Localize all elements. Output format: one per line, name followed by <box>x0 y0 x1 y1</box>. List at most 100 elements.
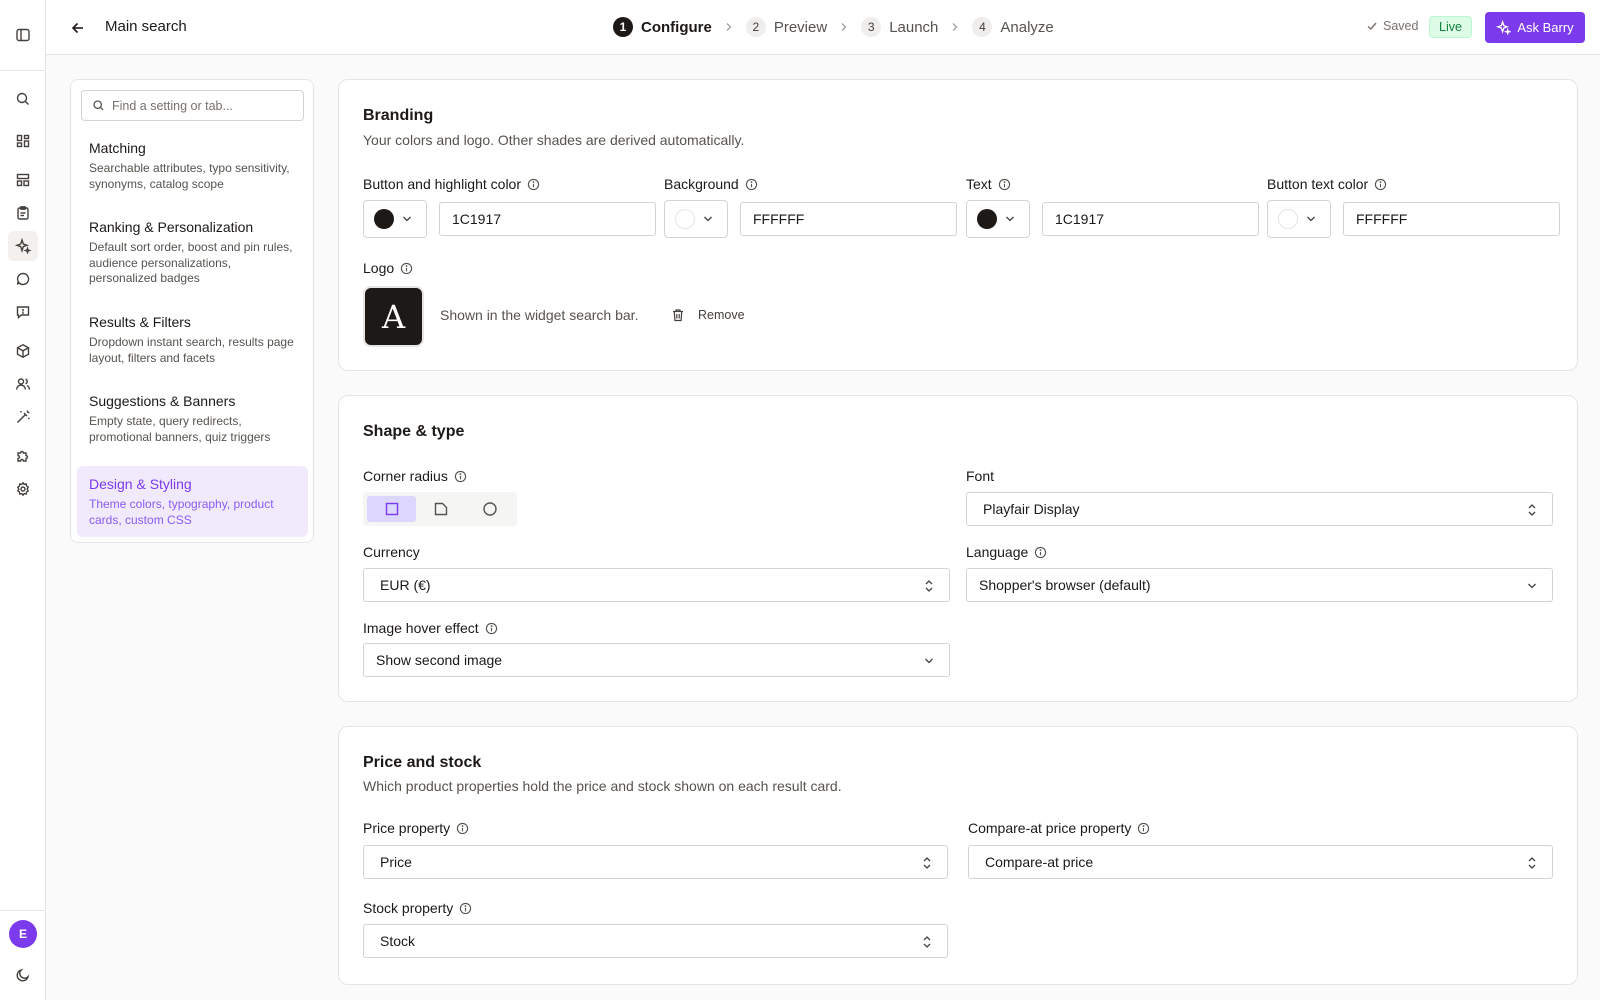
nav-item-description: Searchable attributes, typo sensitivity,… <box>89 161 290 191</box>
message-square-icon[interactable] <box>8 297 38 327</box>
radius-square-option[interactable] <box>367 496 416 522</box>
nav-item-results-filters[interactable]: Results & Filters Dropdown instant searc… <box>77 304 308 375</box>
radius-circle-option[interactable] <box>465 496 514 522</box>
stock-property-select[interactable]: Stock <box>363 924 948 958</box>
sparkles-icon[interactable] <box>8 231 38 261</box>
page-title: Main search <box>105 18 187 35</box>
hex-input[interactable]: FFFFFF <box>1343 202 1560 236</box>
chevron-down-icon <box>925 658 933 664</box>
logo-hint: Shown in the widget search bar. <box>440 307 639 323</box>
language-value: Shopper's browser (default) <box>979 577 1151 593</box>
ask-barry-button[interactable]: Ask Barry <box>1485 12 1585 43</box>
info-icon[interactable] <box>485 622 498 635</box>
info-icon[interactable] <box>1374 178 1387 191</box>
chevron-down-icon <box>1528 583 1536 589</box>
chevron-up-down-icon <box>925 580 933 592</box>
chevron-down-icon <box>1307 216 1315 222</box>
search-icon <box>93 100 104 111</box>
step-label: Launch <box>889 18 939 36</box>
compare-price-select[interactable]: Compare-at price <box>968 845 1553 879</box>
info-icon[interactable] <box>459 902 472 915</box>
info-icon[interactable] <box>998 178 1011 191</box>
icon-rail: E <box>0 0 46 1000</box>
settings-search-input[interactable] <box>112 98 292 113</box>
color-picker-button[interactable] <box>966 200 1030 238</box>
gear-icon[interactable] <box>8 474 38 504</box>
chevron-up-down-icon <box>1528 857 1536 869</box>
hex-input[interactable]: FFFFFF <box>740 202 957 236</box>
label-text: Button text color <box>1267 176 1369 192</box>
color-picker-button[interactable] <box>1267 200 1331 238</box>
step-configure[interactable]: 1 Configure <box>613 17 712 37</box>
box-icon[interactable] <box>8 336 38 366</box>
step-label: Analyze <box>1000 18 1054 36</box>
search-icon[interactable] <box>8 84 38 114</box>
info-icon[interactable] <box>400 262 413 275</box>
check-icon <box>1367 22 1377 30</box>
color-picker-button[interactable] <box>664 200 728 238</box>
logo-preview[interactable]: A <box>363 286 424 347</box>
hex-input[interactable]: 1C1917 <box>1042 202 1259 236</box>
nav-item-description: Theme colors, typography, product cards,… <box>89 497 274 527</box>
nav-item-title: Results & Filters <box>89 314 191 330</box>
grid-icon[interactable] <box>8 126 38 156</box>
color-field-label: Text <box>966 176 1011 192</box>
chevron-down-icon <box>704 216 712 222</box>
language-select[interactable]: Shopper's browser (default) <box>966 568 1553 602</box>
avatar[interactable]: E <box>9 920 37 948</box>
chevron-right-icon <box>827 22 861 32</box>
price-subtitle: Which product properties hold the price … <box>363 778 842 794</box>
layout-icon[interactable] <box>8 165 38 195</box>
circle-icon <box>482 502 497 516</box>
sidebar-toggle-icon[interactable] <box>8 20 38 50</box>
font-select[interactable]: Playfair Display <box>966 492 1553 526</box>
stock-property-label: Stock property <box>363 900 472 916</box>
price-property-select[interactable]: Price <box>363 845 948 879</box>
label-text: Stock property <box>363 900 454 916</box>
color-field-label: Background <box>664 176 758 192</box>
color-swatch <box>374 209 394 229</box>
branding-subtitle: Your colors and logo. Other shades are d… <box>363 132 745 148</box>
info-icon[interactable] <box>1034 546 1047 559</box>
step-preview[interactable]: 2 Preview <box>745 17 827 37</box>
currency-value: EUR (€) <box>380 577 431 593</box>
chat-icon[interactable] <box>8 264 38 294</box>
radius-rounded-option[interactable] <box>416 496 465 522</box>
branding-title: Branding <box>363 107 434 124</box>
stock-property-value: Stock <box>380 933 416 949</box>
nav-item-matching[interactable]: Matching Searchable attributes, typo sen… <box>77 130 308 201</box>
step-launch[interactable]: 3 Launch <box>861 17 938 37</box>
corner-radius-label: Corner radius <box>363 468 467 484</box>
step-number: 1 <box>613 17 633 37</box>
saved-label: Saved <box>1383 19 1419 33</box>
nav-item-suggestions-banners[interactable]: Suggestions & Banners Empty state, query… <box>77 383 308 454</box>
hex-input[interactable]: 1C1917 <box>439 202 656 236</box>
users-icon[interactable] <box>8 369 38 399</box>
currency-select[interactable]: EUR (€) <box>363 568 950 602</box>
hover-effect-select[interactable]: Show second image <box>363 643 950 677</box>
remove-logo-button[interactable]: Remove <box>671 308 745 322</box>
nav-item-ranking[interactable]: Ranking & Personalization Default sort o… <box>77 209 308 295</box>
nav-item-title: Suggestions & Banners <box>89 393 236 409</box>
info-icon[interactable] <box>454 470 467 483</box>
clipboard-icon[interactable] <box>8 198 38 228</box>
font-value: Playfair Display <box>983 501 1080 517</box>
step-number: 2 <box>745 17 766 37</box>
chevron-up-down-icon <box>923 857 931 869</box>
back-arrow-icon[interactable] <box>68 18 88 38</box>
sparkles-icon <box>1496 20 1512 35</box>
info-icon[interactable] <box>456 822 469 835</box>
info-icon[interactable] <box>1137 822 1150 835</box>
info-icon[interactable] <box>745 178 758 191</box>
label-text: Logo <box>363 260 395 276</box>
chevron-down-icon <box>1006 216 1014 222</box>
magic-wand-icon[interactable] <box>8 402 38 432</box>
moon-icon[interactable] <box>8 960 38 990</box>
nav-item-design-styling[interactable]: Design & Styling Theme colors, typograph… <box>77 466 308 537</box>
info-icon[interactable] <box>527 178 540 191</box>
trash-icon <box>673 309 683 322</box>
color-picker-button[interactable] <box>363 200 427 238</box>
puzzle-icon[interactable] <box>8 441 38 471</box>
step-analyze[interactable]: 4 Analyze <box>972 17 1054 37</box>
nav-item-title: Ranking & Personalization <box>89 219 254 235</box>
